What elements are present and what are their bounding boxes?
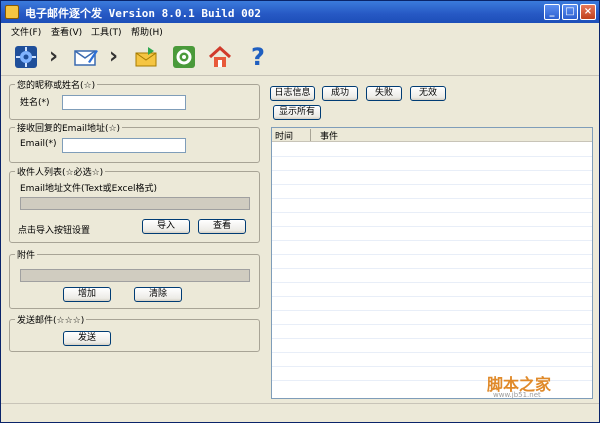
chevron-right-icon: › — [49, 44, 59, 69]
import-button[interactable]: 导入 — [142, 219, 190, 234]
add-attachment-button[interactable]: 增加 — [63, 287, 111, 302]
grid-line — [272, 310, 592, 311]
column-event[interactable]: 事件 — [320, 129, 338, 142]
grid-line — [272, 240, 592, 241]
grid-line — [272, 156, 592, 157]
attachment-group-title: 附件 — [15, 248, 38, 261]
grid-line — [272, 198, 592, 199]
grid-line — [272, 324, 592, 325]
grid-line — [272, 352, 592, 353]
grid-line — [272, 226, 592, 227]
reply-email-group-title: 接收回复的Email地址(☆) — [15, 121, 123, 134]
home-icon[interactable] — [205, 42, 235, 72]
send-mail-icon[interactable] — [131, 42, 161, 72]
invalid-filter-button[interactable]: 无效 — [410, 86, 446, 101]
compose-mail-icon[interactable] — [71, 42, 101, 72]
menu-help[interactable]: 帮助(H) — [131, 25, 163, 38]
grid-line — [272, 212, 592, 213]
recipients-hint: 点击导入按钮设置 — [18, 226, 91, 236]
failed-filter-button[interactable]: 失败 — [366, 86, 402, 101]
column-time[interactable]: 时间 — [275, 129, 293, 142]
help-icon[interactable]: ? — [243, 42, 273, 72]
grid-line — [272, 366, 592, 367]
options-icon[interactable] — [169, 42, 199, 72]
app-icon — [5, 5, 19, 19]
grid-line — [272, 296, 592, 297]
main-window: 电子邮件逐个发 Version 8.0.1 Build 002 _ □ × 文件… — [0, 0, 600, 423]
minimize-button[interactable]: _ — [544, 4, 560, 20]
status-bar — [1, 403, 599, 422]
send-group: 发送邮件(☆☆☆) 发送 — [9, 313, 260, 352]
send-button[interactable]: 发送 — [63, 331, 111, 346]
grid-line — [272, 268, 592, 269]
grid-line — [272, 338, 592, 339]
nickname-label: 姓名(*) — [20, 98, 50, 108]
menu-file[interactable]: 文件(F) — [11, 25, 41, 38]
recipients-file-path — [20, 197, 250, 210]
log-info-button[interactable]: 日志信息 — [270, 86, 315, 101]
grid-line — [272, 282, 592, 283]
nickname-input[interactable] — [62, 95, 186, 110]
recipients-group-title: 收件人列表(☆必选☆) — [15, 165, 106, 178]
column-divider[interactable] — [310, 129, 311, 141]
chevron-right-icon: › — [109, 44, 119, 69]
help-glyph: ? — [251, 43, 265, 71]
success-filter-button[interactable]: 成功 — [322, 86, 358, 101]
window-title: 电子邮件逐个发 Version 8.0.1 Build 002 — [25, 7, 261, 20]
reply-email-input[interactable] — [62, 138, 186, 153]
menu-tools[interactable]: 工具(T) — [91, 25, 122, 38]
clear-attachment-button[interactable]: 清除 — [134, 287, 182, 302]
view-button[interactable]: 查看 — [198, 219, 246, 234]
nickname-group-title: 您的昵称或姓名(☆) — [15, 78, 98, 91]
menu-bar: 文件(F) 查看(V) 工具(T) 帮助(H) — [1, 23, 599, 38]
grid-line — [272, 184, 592, 185]
close-button[interactable]: × — [580, 4, 596, 20]
menu-view[interactable]: 查看(V) — [51, 25, 82, 38]
title-bar[interactable]: 电子邮件逐个发 Version 8.0.1 Build 002 _ □ × — [1, 1, 599, 23]
toolbar: › › ? — [1, 38, 599, 76]
grid-line — [272, 254, 592, 255]
recipients-file-label: Email地址文件(Text或Excel格式) — [20, 184, 158, 194]
log-list[interactable]: 时间 事件 — [271, 127, 593, 399]
log-list-header: 时间 事件 — [272, 128, 592, 142]
watermark-url: www.jb51.net — [493, 391, 541, 399]
maximize-button[interactable]: □ — [562, 4, 578, 20]
show-all-button[interactable]: 显示所有 — [273, 105, 321, 120]
attachment-group: 附件 增加 清除 — [9, 248, 260, 309]
recipients-group: 收件人列表(☆必选☆) Email地址文件(Text或Excel格式) 点击导入… — [9, 165, 260, 243]
attachment-path — [20, 269, 250, 282]
settings-gear-icon[interactable] — [11, 42, 41, 72]
reply-email-label: Email(*) — [20, 139, 57, 149]
nickname-group: 您的昵称或姓名(☆) 姓名(*) — [9, 78, 260, 120]
reply-email-group: 接收回复的Email地址(☆) Email(*) — [9, 121, 260, 163]
send-group-title: 发送邮件(☆☆☆) — [15, 313, 87, 326]
grid-line — [272, 170, 592, 171]
